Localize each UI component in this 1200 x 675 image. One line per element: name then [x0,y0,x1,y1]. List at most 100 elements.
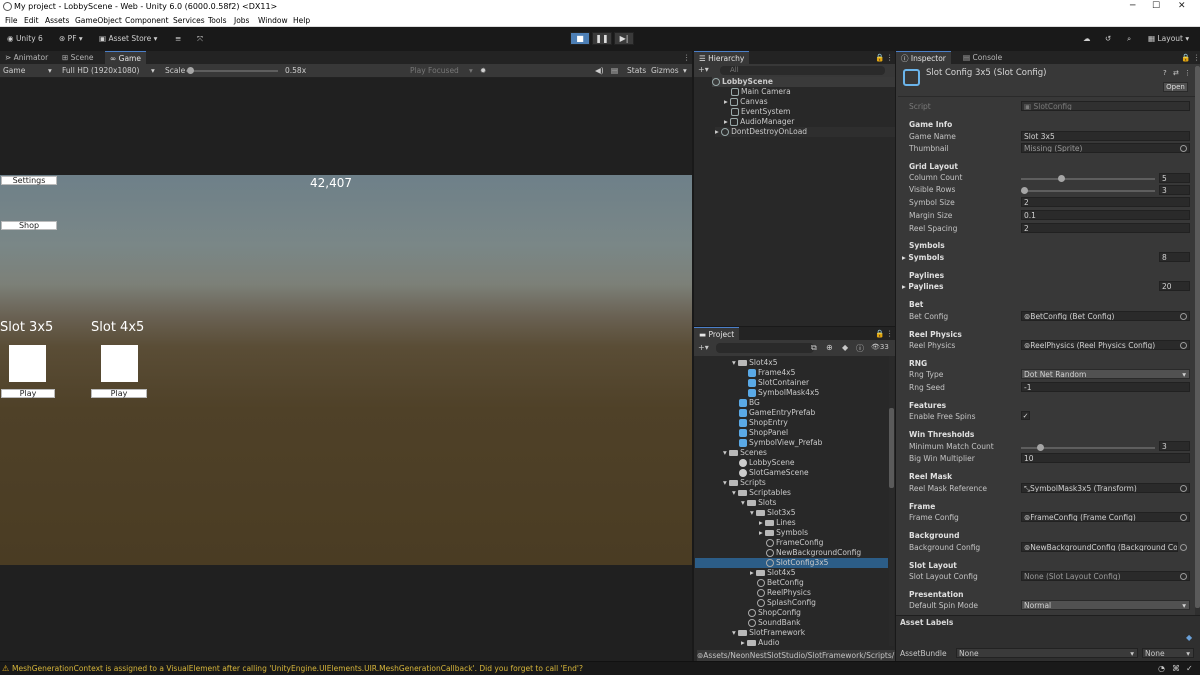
settings-button[interactable]: Settings [1,176,57,185]
tab-animator[interactable]: ⋗ Animator [0,51,53,64]
project-search-input[interactable] [716,343,814,353]
play-slot-1-button[interactable]: Play [1,389,55,398]
gizmos-button[interactable]: Gizmos [651,66,679,75]
debug-icon[interactable]: ⌘ [1172,664,1180,673]
version-control-icon[interactable]: ⤧ [194,32,206,46]
margin-size-field[interactable]: 0.1 [1021,210,1190,220]
display-dropdown[interactable]: Game [3,66,25,75]
spin-mode-dropdown[interactable]: Normal ▾ [1021,600,1190,610]
paylines-count-field[interactable]: 20 [1159,281,1190,291]
history-icon[interactable]: ↺ [1102,32,1114,46]
label-filter-icon[interactable]: ◆ [842,343,848,352]
hierarchy-item-main-camera[interactable]: Main Camera [731,87,791,97]
project-item-soundbank[interactable]: SoundBank [748,618,800,628]
project-item-slots[interactable]: ▾ Slots [741,498,776,508]
tab-inspector[interactable]: ⓘ Inspector [896,51,951,64]
gizmos-chevron-icon[interactable]: ▾ [683,66,687,75]
info-icon[interactable]: ⓘ [856,343,864,354]
tab-project[interactable]: ▬ Project [694,327,740,340]
filter-icon[interactable]: ⧉ [811,343,817,353]
object-picker-icon[interactable] [1180,145,1187,152]
menu-component[interactable]: Component [125,16,169,25]
project-scrollbar-thumb[interactable] [889,408,894,488]
menu-help[interactable]: Help [293,16,310,25]
symbols-foldout[interactable]: ▸ Symbols [902,253,944,262]
min-match-field[interactable]: 3 [1159,441,1190,451]
maximize-icon[interactable]: ☐ [1152,1,1160,11]
project-add-icon[interactable]: +▾ [698,343,709,352]
cloud-icon[interactable]: ☁ [1080,32,1094,46]
paylines-foldout[interactable]: ▸ Paylines [902,282,943,291]
tab-scene[interactable]: ⊞ Scene [57,51,99,64]
project-item-symbolmask4x5[interactable]: SymbolMask4x5 [748,388,819,398]
project-item-bg[interactable]: BG [739,398,760,408]
free-spins-checkbox[interactable]: ✓ [1021,411,1030,420]
reel-physics-field[interactable]: ⊚ReelPhysics (Reel Physics Config) [1021,340,1190,350]
project-item-frameconfig[interactable]: FrameConfig [766,538,823,548]
inspector-scrollbar-thumb[interactable] [1195,66,1200,608]
menu-tools[interactable]: Tools [208,16,226,25]
reel-spacing-field[interactable]: 2 [1021,223,1190,233]
min-match-slider-knob[interactable] [1037,444,1044,451]
hierarchy-item-lobbyscene[interactable]: LobbyScene [712,77,895,87]
hierarchy-item-eventsystem[interactable]: EventSystem [731,107,790,117]
layout-dropdown[interactable]: ▦ Layout ▾ [1145,32,1192,46]
rng-seed-field[interactable]: -1 [1021,382,1190,392]
big-win-field[interactable]: 10 [1021,453,1190,463]
inspector-scrollbar[interactable] [1195,66,1200,616]
menu-jobs[interactable]: Jobs [234,16,249,25]
status-message[interactable]: MeshGenerationContext is assigned to a V… [12,664,1152,673]
menu-services[interactable]: Services [173,16,205,25]
project-item-frame4x5[interactable]: Frame4x5 [748,368,795,378]
project-item-slot3x5[interactable]: ▾ Slot3x5 [750,508,796,518]
close-icon[interactable]: ✕ [1178,1,1186,11]
visible-rows-slider-knob[interactable] [1021,187,1028,194]
project-item-scripts[interactable]: ▾ Scripts [723,478,766,488]
column-count-slider-knob[interactable] [1058,175,1065,182]
slot-layout-field[interactable]: None (Slot Layout Config) [1021,571,1190,581]
tab-game[interactable]: ∞ Game [105,51,146,64]
inspector-menu-icon[interactable]: ⋮ [1188,51,1200,64]
project-item-shopconfig[interactable]: ShopConfig [748,608,801,618]
hierarchy-item-audiomanager[interactable]: ▸ AudioManager [724,117,794,127]
layers-icon[interactable]: ≡ [172,32,184,46]
asset-store-button[interactable]: ▣ Asset Store ▾ [96,32,160,46]
visible-rows-field[interactable]: 3 [1159,185,1190,195]
hierarchy-item-dontdestroyonload[interactable]: ▸ DontDestroyOnLoad [715,127,895,137]
display-icon[interactable]: ▤ [611,66,618,75]
type-filter-icon[interactable]: ⊕ [826,343,833,352]
pause-button[interactable]: ❚❚ [592,32,612,45]
search-icon[interactable]: ⌕ [1124,32,1134,46]
project-item-slotconfig3x5[interactable]: SlotConfig3x5 [695,558,888,568]
label-tag-icon[interactable]: ◆ [1186,633,1192,642]
add-icon[interactable]: +▾ [698,65,709,74]
project-item-slotcontainer[interactable]: SlotContainer [748,378,809,388]
audio-icon[interactable]: ◀) [595,66,604,75]
minimize-icon[interactable]: ─ [1130,1,1135,11]
tab-hierarchy[interactable]: ☰ Hierarchy [694,51,750,64]
panel-menu-icon[interactable]: ⋮ [678,51,696,64]
project-item-slot4x5-b[interactable]: ▸ Slot4x5 [750,568,796,578]
bug-icon[interactable]: ✹ [480,66,486,75]
background-config-picker-icon[interactable] [1180,544,1187,551]
menu-gameobject[interactable]: GameObject [75,16,122,25]
step-button[interactable]: ▶| [614,32,634,45]
scale-slider[interactable] [186,70,278,72]
project-item-slotgamescene[interactable]: SlotGameScene [739,468,809,478]
project-item-gameentryprefab[interactable]: GameEntryPrefab [739,408,815,418]
menu-assets[interactable]: Assets [45,16,69,25]
game-name-field[interactable]: Slot 3x5 [1021,131,1190,141]
check-icon[interactable]: ✓ [1186,664,1193,673]
pf-button[interactable]: ⊛ PF ▾ [56,32,86,46]
play-slot-2-button[interactable]: Play [91,389,147,398]
frame-config-field[interactable]: ⊚FrameConfig (Frame Config) [1021,512,1190,522]
reel-mask-picker-icon[interactable] [1180,485,1187,492]
component-menu-icon[interactable]: ⋮ [1184,69,1191,77]
project-item-betconfig[interactable]: BetConfig [757,578,804,588]
project-item-audio[interactable]: ▸ Audio [741,638,779,648]
progress-icon[interactable]: ◔ [1158,664,1165,673]
project-item-lobbyscene[interactable]: LobbyScene [739,458,794,468]
resolution-dropdown[interactable]: Full HD (1920x1080) [62,66,139,75]
hierarchy-item-canvas[interactable]: ▸ Canvas [724,97,768,107]
account-button[interactable]: ◉ Unity 6 [4,32,46,46]
